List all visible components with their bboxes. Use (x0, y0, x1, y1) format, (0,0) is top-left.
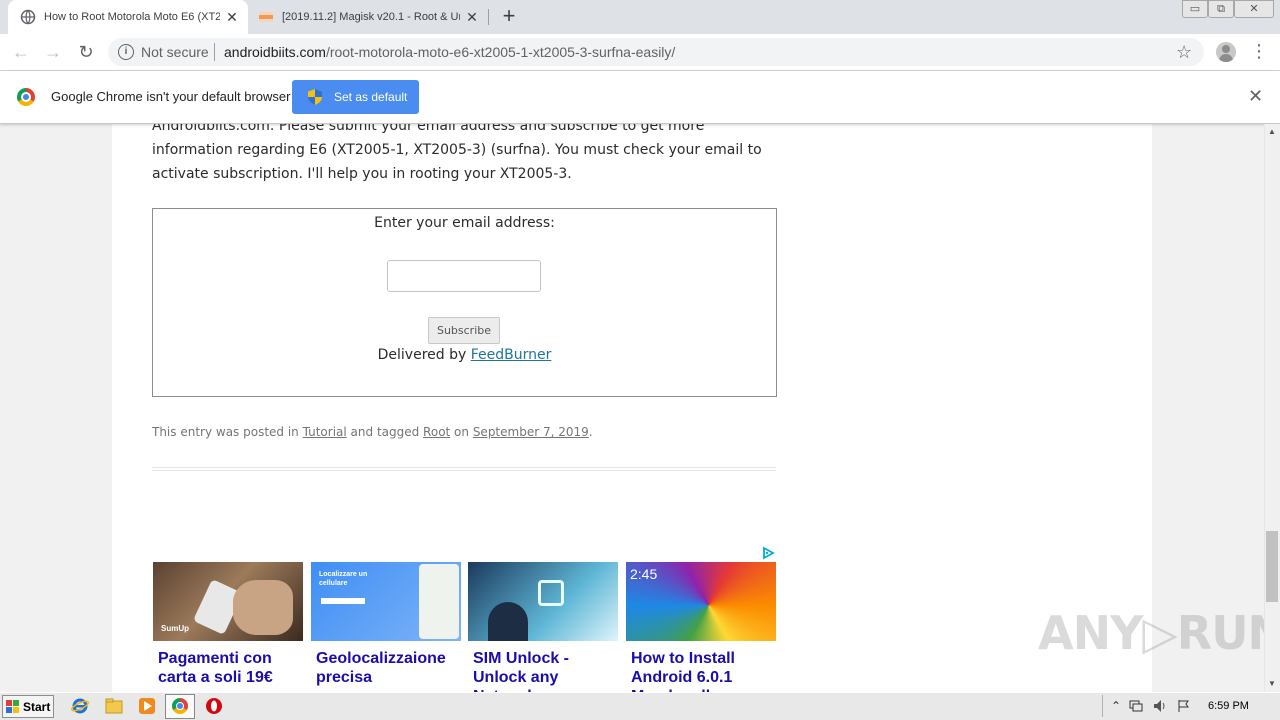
menu-kebab-icon[interactable]: ⋮ (1250, 42, 1268, 60)
category-link[interactable]: Tutorial (303, 425, 347, 439)
subscribe-button[interactable]: Subscribe (428, 317, 500, 344)
globe-icon (20, 9, 36, 25)
tab-close-icon[interactable]: ✕ (464, 9, 480, 25)
entry-meta-middle: and tagged (346, 425, 424, 439)
article-intro-text: Androidbiits.com. Please submit your ema… (152, 118, 762, 182)
ad-headline[interactable]: SIM Unlock - Unlock any Network (468, 649, 618, 692)
scroll-up-arrow-icon[interactable]: ▲ (1264, 124, 1280, 140)
windows-flag-icon (6, 699, 19, 713)
minimize-button[interactable]: ▭ (1182, 0, 1208, 18)
set-as-default-label: Set as default (334, 90, 408, 104)
vertical-scrollbar[interactable] (1264, 124, 1280, 692)
profile-avatar-icon[interactable] (1216, 42, 1236, 62)
file-explorer-icon[interactable] (105, 697, 123, 715)
tab-magisk[interactable]: [2019.11.2] Magisk v20.1 - Root & Univer… (252, 0, 488, 34)
tag-link[interactable]: Root (423, 425, 450, 439)
chrome-logo-icon (17, 88, 35, 106)
ad-thumb-text: 2:45 (630, 566, 658, 582)
tab-root-moto-e6[interactable]: How to Root Motorola Moto E6 (XT2005-1, … (8, 0, 248, 34)
infobar-message: Google Chrome isn't your default browser (51, 89, 291, 104)
action-center-flag-icon[interactable] (1177, 699, 1191, 713)
email-input[interactable] (387, 260, 541, 292)
tab-title: How to Root Motorola Moto E6 (XT2005-1, … (44, 11, 220, 23)
volume-icon[interactable] (1153, 699, 1167, 713)
close-window-button[interactable]: ✕ (1234, 0, 1274, 18)
start-button[interactable]: Start (2, 695, 54, 718)
scroll-down-arrow-icon[interactable]: ▼ (1264, 676, 1280, 692)
ad-headline[interactable]: Pagamenti con carta a soli 19€ (153, 649, 303, 687)
chrome-icon (172, 698, 188, 714)
url-path: /root-motorola-moto-e6-xt2005-1-xt2005-3… (325, 44, 676, 60)
ad-headline[interactable]: Geolocalizzaione precisa (311, 649, 461, 687)
media-player-icon[interactable] (138, 697, 156, 715)
date-link[interactable]: September 7, 2019 (473, 425, 589, 439)
restore-button[interactable]: ⧉ (1208, 0, 1234, 18)
entry-meta-prefix: This entry was posted in (152, 425, 303, 439)
new-tab-button[interactable]: + (498, 5, 520, 28)
url-text[interactable]: androidbiits.com/root-motorola-moto-e6-x… (224, 44, 675, 60)
tab-title: [2019.11.2] Magisk v20.1 - Root & Univer… (282, 11, 460, 23)
adchoices-icon[interactable] (761, 546, 775, 560)
security-label: Not secure (141, 44, 209, 60)
network-icon[interactable] (1129, 699, 1143, 713)
bookmark-star-icon[interactable]: ☆ (1176, 42, 1192, 63)
entry-meta: This entry was posted in Tutorial and ta… (152, 425, 593, 439)
delivered-by-text: Delivered by FeedBurner (152, 347, 777, 363)
ad-thumbnail: Localizzare un cellulare (311, 562, 461, 641)
ad-thumb-text: SumUp (161, 624, 189, 633)
subscribe-form (152, 208, 777, 397)
ad-thumbnail: SumUp (153, 562, 303, 641)
reload-button[interactable]: ↻ (75, 41, 97, 63)
ad-card[interactable]: Localizzare un cellulare Geolocalizzaion… (311, 562, 461, 692)
infobar-close-icon[interactable]: ✕ (1248, 86, 1263, 107)
ad-card[interactable]: SIM Unlock - Unlock any Network (468, 562, 618, 692)
ad-card[interactable]: SumUp Pagamenti con carta a soli 19€ (153, 562, 303, 692)
tab-close-icon[interactable]: ✕ (224, 9, 240, 25)
delivered-prefix: Delivered by (377, 347, 471, 363)
uac-shield-icon (308, 89, 322, 105)
anyrun-watermark: ANY▷RUN (1038, 606, 1280, 660)
internet-explorer-icon[interactable] (71, 697, 89, 715)
start-label: Start (23, 699, 51, 714)
tab-separator (488, 9, 489, 25)
omnibox-separator (214, 43, 215, 61)
scrollbar-thumb[interactable] (1266, 531, 1278, 602)
entry-meta-on: on (450, 425, 473, 439)
ad-card[interactable]: 2:45 How to Install Android 6.0.1 Marshm… (626, 562, 776, 692)
tray-expand-icon[interactable]: ⌃ (1109, 699, 1123, 713)
email-label: Enter your email address: (374, 215, 555, 231)
ad-thumbnail (468, 562, 618, 641)
article-divider (152, 467, 776, 471)
back-button[interactable]: ← (10, 41, 32, 63)
tray-separator (1102, 695, 1103, 717)
forward-button[interactable]: → (42, 41, 64, 63)
ad-headline[interactable]: How to Install Android 6.0.1 Marshmallow (626, 649, 776, 692)
entry-meta-suffix: . (588, 425, 593, 439)
url-host: androidbiits.com (224, 44, 326, 60)
ad-thumb-text: Localizzare un cellulare (319, 571, 368, 587)
feedburner-link[interactable]: FeedBurner (471, 347, 552, 363)
opera-icon[interactable] (205, 697, 223, 715)
info-icon[interactable]: i (118, 44, 134, 60)
xda-favicon-icon (259, 12, 273, 22)
set-as-default-button[interactable]: Set as default (292, 80, 419, 114)
ad-thumbnail: 2:45 (626, 562, 776, 641)
taskbar-clock[interactable]: 6:59 PM (1208, 700, 1249, 712)
